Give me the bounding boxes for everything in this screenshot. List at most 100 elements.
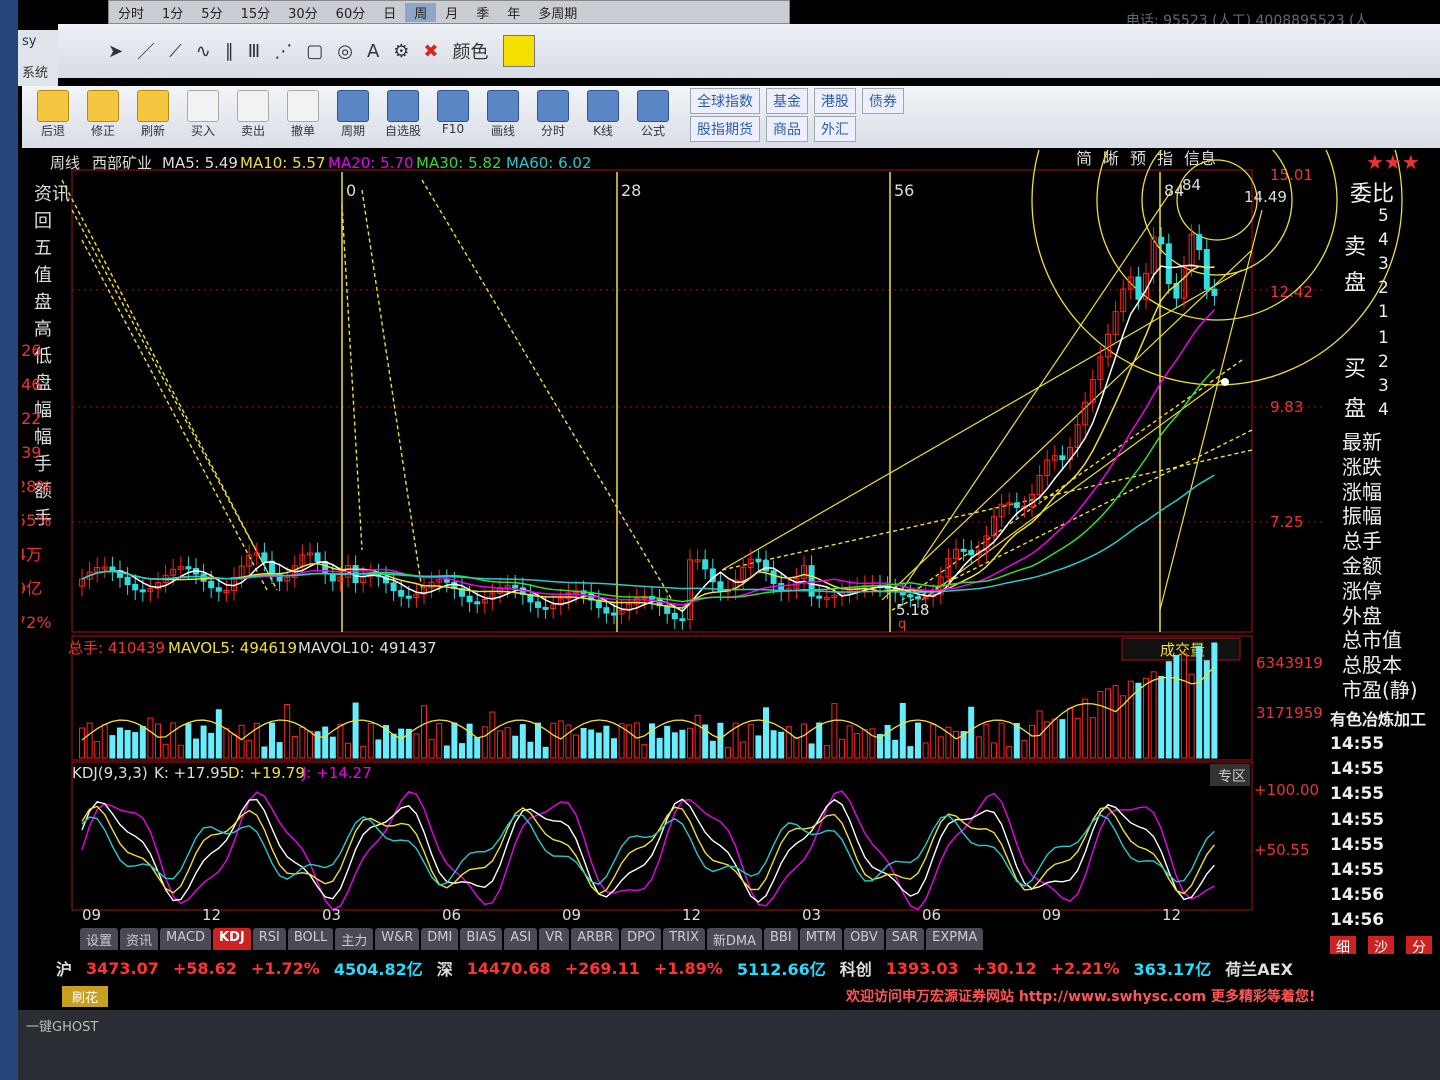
trend-line (881, 249, 1253, 601)
tab-8[interactable]: DMI (421, 928, 459, 950)
toolbar-label: 画线 (490, 124, 515, 138)
text-icon[interactable]: A (367, 41, 379, 62)
toolbar-button-10[interactable]: intraday-icon 分时 (530, 86, 576, 144)
volume-bar (345, 742, 351, 759)
period-8[interactable]: 月 (436, 3, 467, 22)
volume-bar (291, 736, 298, 759)
tab-3[interactable]: KDJ (213, 928, 251, 950)
kc-label: 科创 (839, 960, 872, 979)
tab-4[interactable]: RSI (252, 928, 286, 950)
period-7[interactable]: 周 (405, 2, 437, 22)
tab-17[interactable]: MTM (799, 928, 843, 950)
volume-total: 总手: 410439 (68, 639, 165, 657)
kline-chart[interactable]: 周线 西部矿业 MA5: 5.49 MA10: 5.57 MA20: 5.70 MA30:… (16, 14, 1440, 1006)
tab-19[interactable]: SAR (885, 928, 925, 950)
toolbar-button-9[interactable]: draw-line-icon 画线 (480, 86, 526, 144)
cursor-dot (1221, 378, 1229, 386)
left-value: 55% (22, 511, 52, 530)
parallel-icon[interactable]: ∥ (225, 41, 234, 62)
candle-body (314, 552, 321, 562)
period-4[interactable]: 30分 (279, 3, 327, 22)
market-button-4[interactable]: 股指期货 (690, 116, 760, 142)
toolbar-button-3[interactable]: buy-icon 买入 (180, 86, 226, 144)
bottom-button[interactable]: 刷花 (62, 986, 109, 1007)
tab-6[interactable]: 主力 (335, 928, 374, 950)
market-button-0[interactable]: 全球指数 (690, 88, 760, 114)
market-button-6[interactable]: 外汇 (814, 116, 856, 142)
tab-16[interactable]: BBI (764, 928, 798, 950)
toolbar-button-5[interactable]: cancel-order-icon 撤单 (280, 86, 326, 144)
x-tick: 12 (682, 906, 701, 924)
tab-12[interactable]: ARBR (571, 928, 620, 950)
circle-icon[interactable]: ◎ (337, 41, 353, 62)
line-icon[interactable]: ／ (137, 38, 155, 64)
market-button-3[interactable]: 债券 (862, 88, 904, 114)
toolbar-button-2[interactable]: refresh-icon 刷新 (130, 86, 176, 144)
market-button-5[interactable]: 商品 (766, 116, 808, 142)
tab-11[interactable]: VR (539, 928, 570, 950)
left-value: .26 (22, 341, 41, 360)
tab-7[interactable]: W&R (375, 928, 420, 950)
volume-bar (953, 730, 959, 759)
kdj-tick: +50.55 (1254, 841, 1310, 859)
tab-0[interactable]: 设置 (80, 928, 119, 950)
tab-9[interactable]: BIAS (460, 928, 503, 950)
volume-bar (1089, 717, 1096, 759)
tab-18[interactable]: OBV (844, 928, 884, 950)
toolbar-button-6[interactable]: period-icon 周期 (330, 86, 376, 144)
tab-2[interactable]: MACD (160, 928, 211, 950)
rating-stars: ★★★ (1366, 150, 1420, 174)
color-swatch[interactable] (502, 35, 535, 67)
toolbar-button-4[interactable]: sell-icon 卖出 (230, 86, 276, 144)
volume-bar (664, 725, 671, 759)
market-button-2[interactable]: 港股 (814, 88, 856, 114)
banner-bar: 刷花 欢迎访问申万宏源证券网站 http://www.swhysc.com 更多… (22, 984, 1440, 1007)
volume-bar (580, 727, 587, 759)
index-status-bar: 沪 3473.07 +58.62 +1.72% 4504.82亿 深 14470… (22, 954, 1440, 982)
volume-bar (801, 723, 807, 759)
wave-icon[interactable]: ∿ (196, 41, 211, 62)
welcome-banner[interactable]: 欢迎访问申万宏源证券网站 http://www.swhysc.com 更多精彩等… (846, 986, 1315, 1006)
cursor-icon[interactable]: ➤ (108, 41, 123, 62)
rect-icon[interactable]: ▢ (306, 41, 323, 62)
period-0[interactable]: 分时 (109, 3, 153, 22)
price-tick: 7.25 (1270, 513, 1303, 531)
period-10[interactable]: 年 (498, 3, 529, 22)
toolbar-button-1[interactable]: up-down-icon 修正 (80, 86, 126, 144)
toolbar-button-7[interactable]: watchlist-icon 自选股 (380, 86, 426, 144)
period-9[interactable]: 季 (467, 3, 498, 22)
ray-icon[interactable]: ⟋ (169, 41, 182, 62)
period-1[interactable]: 1分 (153, 3, 192, 22)
volume-bar (185, 723, 192, 759)
tab-5[interactable]: BOLL (287, 928, 334, 950)
fan-line (81, 239, 268, 591)
toolbar-button-11[interactable]: kline-icon K线 (580, 86, 626, 144)
volume-bar (968, 706, 975, 759)
period-11[interactable]: 多周期 (529, 3, 586, 22)
channel-icon[interactable]: Ⅲ (248, 41, 260, 62)
toolbar-button-0[interactable]: back-arrow-icon 后退 (30, 86, 76, 144)
period-2[interactable]: 5分 (192, 3, 231, 22)
delete-icon[interactable]: ✖ (423, 41, 438, 62)
period-3[interactable]: 15分 (232, 3, 280, 22)
tab-20[interactable]: EXPMA (926, 928, 984, 950)
left-value: .46 (22, 375, 41, 394)
period-5[interactable]: 60分 (327, 3, 375, 22)
tab-13[interactable]: DPO (621, 928, 662, 950)
toolbar-label: 分时 (540, 124, 565, 138)
fan-icon[interactable]: ⋰ (274, 41, 292, 62)
volume-bar (747, 724, 754, 759)
toolbar-button-8[interactable]: f10-iconF10 (430, 86, 476, 144)
buy-level: 1 (1378, 328, 1389, 348)
tab-15[interactable]: 新DMA (706, 928, 763, 950)
candle-body (1203, 249, 1210, 290)
color-label: 颜色 (452, 42, 489, 63)
market-button-1[interactable]: 基金 (766, 88, 808, 114)
sz-change: +269.11 (564, 958, 640, 978)
gear-icon[interactable]: ⚙ (393, 41, 409, 62)
tab-10[interactable]: ASI (504, 928, 538, 950)
period-6[interactable]: 日 (374, 3, 405, 22)
toolbar-button-12[interactable]: formula-icon 公式 (630, 86, 676, 144)
tab-14[interactable]: TRIX (663, 928, 705, 950)
tab-1[interactable]: 资讯 (120, 928, 159, 950)
